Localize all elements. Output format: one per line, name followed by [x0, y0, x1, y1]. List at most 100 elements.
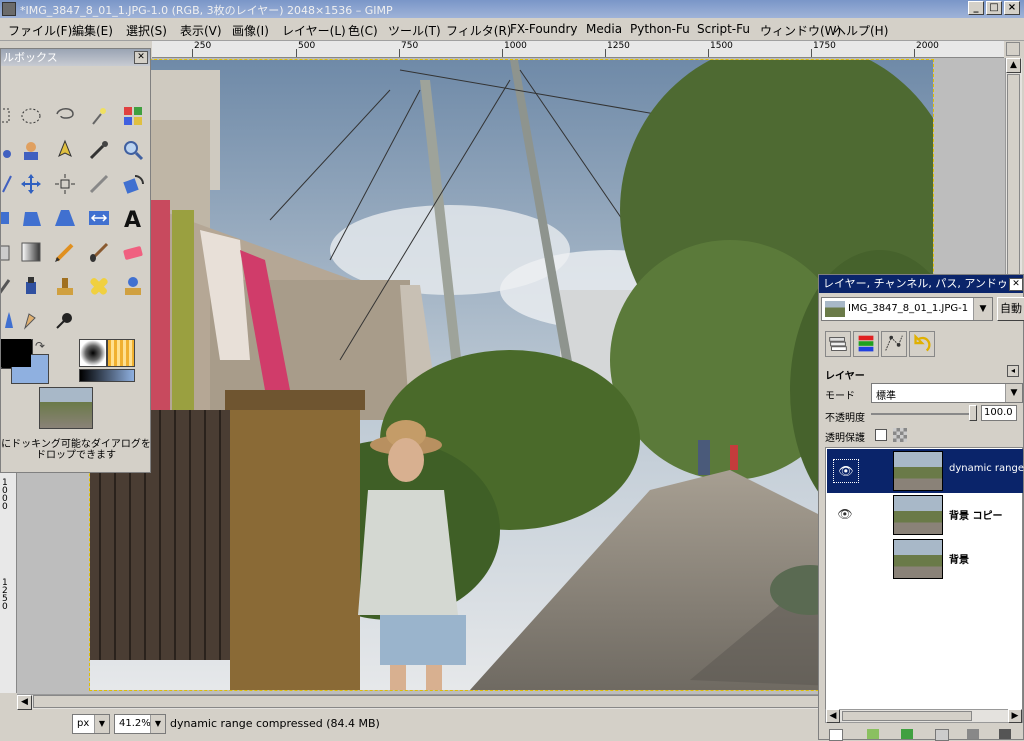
- perspective-clone-icon[interactable]: [121, 274, 145, 298]
- move-icon[interactable]: [19, 172, 43, 196]
- perspective-icon[interactable]: [53, 206, 77, 230]
- horizontal-scroll-thumb[interactable]: [33, 695, 823, 708]
- image-selector[interactable]: IMG_3847_8_01_1.JPG-1 ▼: [821, 297, 993, 321]
- tab-menu-icon[interactable]: ◂: [1007, 365, 1019, 377]
- eraser-icon[interactable]: [121, 240, 145, 264]
- text-icon[interactable]: A: [121, 206, 145, 230]
- delete-layer-icon[interactable]: [999, 729, 1011, 739]
- scroll-up-button[interactable]: ▲: [1006, 58, 1021, 73]
- opacity-spinbox[interactable]: 100.0: [981, 405, 1017, 421]
- opacity-slider-handle[interactable]: [969, 405, 977, 421]
- crop-icon[interactable]: [87, 172, 111, 196]
- lock-alpha-checkbox[interactable]: [875, 429, 887, 441]
- select-by-color-icon[interactable]: [121, 104, 145, 128]
- dock-title: レイヤー, チャンネル, パス, アンドゥ: [819, 275, 1023, 293]
- menu-layer[interactable]: レイヤー(L): [282, 22, 346, 39]
- undo-history-tab-icon[interactable]: [909, 331, 935, 357]
- new-layer-icon[interactable]: [829, 729, 843, 741]
- layer-name: 背景 コピー: [949, 511, 1003, 522]
- menu-fx-foundry[interactable]: FX-Foundry: [510, 22, 578, 36]
- minimize-button[interactable]: _: [968, 1, 984, 15]
- layer-row-background[interactable]: 背景: [827, 537, 1023, 581]
- clone-icon[interactable]: [53, 274, 77, 298]
- ruler-label: 500: [298, 41, 316, 51]
- ink-icon[interactable]: [19, 274, 43, 298]
- image-canvas[interactable]: [89, 59, 934, 691]
- lasso-icon[interactable]: [53, 104, 77, 128]
- magnify-icon[interactable]: [121, 138, 145, 162]
- menu-colors[interactable]: 色(C): [348, 22, 378, 39]
- foreground-color-front[interactable]: [1, 339, 31, 367]
- scroll-right-button[interactable]: ▶: [1008, 709, 1022, 723]
- dock-close-icon[interactable]: ✕: [1009, 278, 1023, 291]
- menu-media[interactable]: Media: [586, 22, 622, 36]
- layer-thumbnail: [893, 539, 943, 579]
- brush-preview[interactable]: [79, 339, 107, 367]
- menu-image[interactable]: 画像(I): [232, 22, 269, 39]
- visibility-eye-icon[interactable]: 👁: [833, 503, 857, 525]
- layer-row-dynamic-range[interactable]: 👁 dynamic range co: [827, 449, 1024, 493]
- paintbrush-icon[interactable]: [87, 240, 111, 264]
- channels-tab-icon[interactable]: [853, 331, 879, 357]
- navigate-corner-button[interactable]: [1006, 42, 1020, 56]
- dodge-burn-icon[interactable]: [53, 308, 77, 332]
- lower-layer-icon[interactable]: [901, 729, 913, 739]
- visibility-eye-icon[interactable]: 👁: [833, 459, 859, 483]
- active-image-thumbnail[interactable]: [39, 387, 93, 429]
- blend-icon[interactable]: [19, 240, 43, 264]
- mode-select[interactable]: 標準 ▼: [871, 383, 1023, 403]
- menu-edit[interactable]: 編集(E): [72, 22, 113, 39]
- ruler-label: 250: [194, 41, 212, 51]
- scroll-left-button[interactable]: ◀: [826, 709, 840, 723]
- anchor-layer-icon[interactable]: [967, 729, 979, 739]
- gradient-preview[interactable]: [79, 369, 135, 382]
- paths-tab-icon[interactable]: [881, 331, 907, 357]
- align-icon[interactable]: [53, 172, 77, 196]
- gimp-app-icon: [2, 2, 16, 16]
- menu-file[interactable]: ファイル(F): [8, 22, 72, 39]
- ruler-label: 1000: [504, 41, 527, 51]
- maximize-button[interactable]: □: [986, 1, 1002, 15]
- layer-thumbnail: [893, 495, 943, 535]
- pencil-icon[interactable]: [53, 240, 77, 264]
- checkerboard-icon: [893, 428, 907, 442]
- unit-select[interactable]: px ▼: [72, 714, 110, 734]
- toolbox-close-icon[interactable]: ✕: [134, 51, 148, 64]
- menu-script-fu[interactable]: Script-Fu: [697, 22, 750, 36]
- pattern-preview[interactable]: [107, 339, 135, 367]
- flip-icon[interactable]: [87, 206, 111, 230]
- smudge-icon[interactable]: [19, 308, 43, 332]
- menu-filters[interactable]: フィルタ(R): [446, 22, 511, 39]
- heal-icon[interactable]: [87, 274, 111, 298]
- menu-bar: ファイル(F) 編集(E) 選択(S) 表示(V) 画像(I) レイヤー(L) …: [0, 19, 1024, 41]
- layers-hscroll[interactable]: ◀ ▶: [825, 709, 1023, 723]
- paths-icon[interactable]: [53, 138, 77, 162]
- ellipse-select-icon[interactable]: [19, 104, 43, 128]
- auto-button[interactable]: 自動: [997, 297, 1024, 321]
- visibility-toggle-empty[interactable]: [833, 547, 857, 569]
- rotate-icon[interactable]: [121, 172, 145, 196]
- duplicate-layer-icon[interactable]: [935, 729, 949, 741]
- layers-scroll-thumb[interactable]: [842, 711, 972, 721]
- color-picker-icon[interactable]: [87, 138, 111, 162]
- raise-layer-icon[interactable]: [867, 729, 879, 739]
- menu-view[interactable]: 表示(V): [180, 22, 222, 39]
- menu-select[interactable]: 選択(S): [126, 22, 167, 39]
- menu-help[interactable]: ヘルプ(H): [834, 22, 888, 39]
- foreground-select-icon[interactable]: [19, 138, 43, 162]
- scroll-left-button[interactable]: ◀: [17, 695, 32, 710]
- fuzzy-select-icon[interactable]: [87, 104, 111, 128]
- menu-windows[interactable]: ウィンドウ(W): [760, 22, 841, 39]
- vertical-ruler[interactable]: 1000 1250: [0, 473, 17, 693]
- opacity-slider-track[interactable]: [871, 413, 977, 415]
- close-button[interactable]: ×: [1004, 1, 1020, 15]
- zoom-select[interactable]: 41.2% ▼: [114, 714, 166, 734]
- chevron-down-icon: ▼: [1005, 384, 1022, 402]
- shear-icon[interactable]: [19, 206, 43, 230]
- menu-python-fu[interactable]: Python-Fu: [630, 22, 690, 36]
- layers-tab-icon[interactable]: [825, 331, 851, 357]
- horizontal-ruler[interactable]: 250 500 750 1000 1250 1500 1750 2000: [152, 41, 1004, 58]
- menu-tools[interactable]: ツール(T): [388, 22, 441, 39]
- layer-row-background-copy[interactable]: 👁 背景 コピー: [827, 493, 1023, 537]
- swap-colors-icon[interactable]: ↷: [35, 339, 45, 353]
